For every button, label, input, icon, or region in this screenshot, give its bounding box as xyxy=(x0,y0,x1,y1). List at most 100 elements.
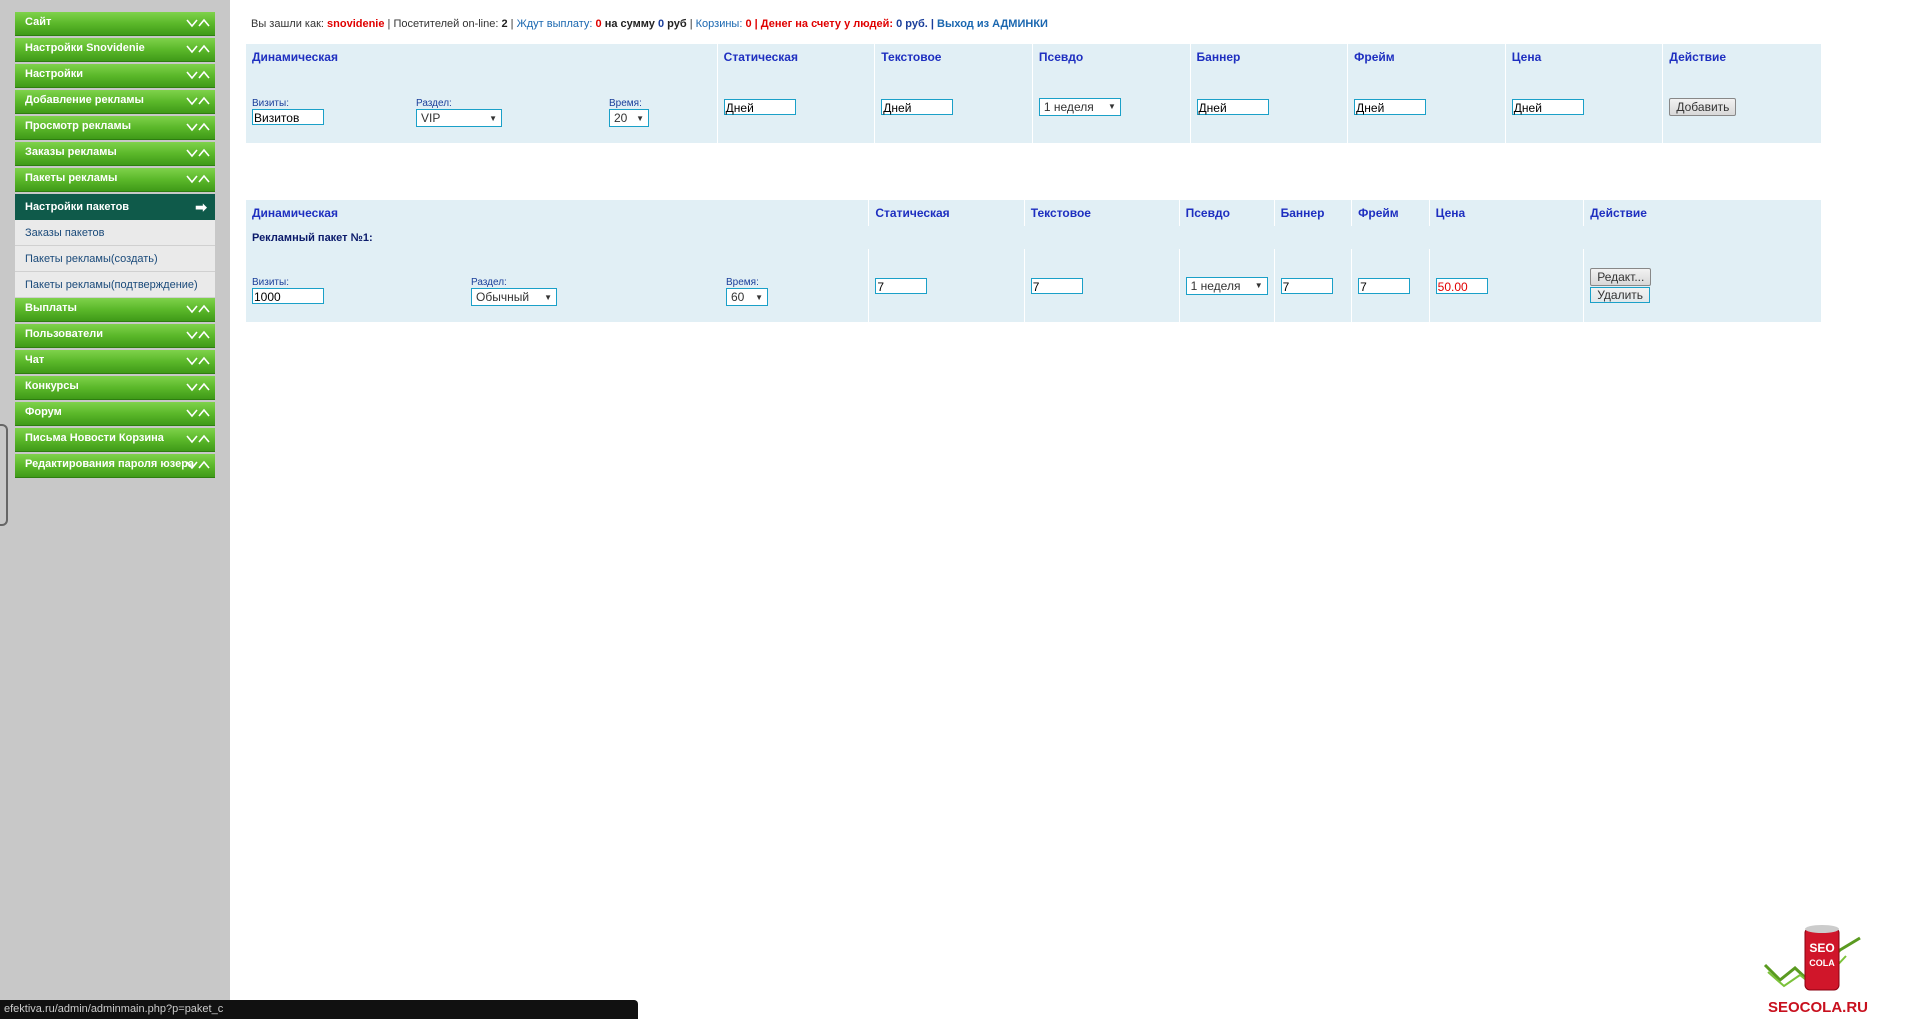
chevron-down-icon: ▼ xyxy=(1254,281,1263,290)
price-input[interactable]: 50.00 xyxy=(1435,277,1488,294)
header-price: Цена xyxy=(1429,200,1585,226)
submenu-item[interactable]: Пакеты рекламы(подтверждение) xyxy=(15,272,215,298)
price-cell: Дней xyxy=(1505,70,1664,143)
chevron-down-icon: ▼ xyxy=(755,292,763,302)
expand-collapse-icon[interactable] xyxy=(185,120,211,134)
menu-item[interactable]: Чат xyxy=(15,350,215,374)
menu-item[interactable]: Настройки xyxy=(15,64,215,88)
expand-collapse-icon[interactable] xyxy=(185,380,211,394)
section-select-value: Обычный xyxy=(476,290,530,304)
frame-input[interactable]: 7 xyxy=(1358,277,1411,294)
menu-item[interactable]: Просмотр рекламы xyxy=(15,116,215,140)
expand-collapse-icon[interactable] xyxy=(185,432,211,446)
logo-url-text: SEOCOLA.RU xyxy=(1768,999,1868,1015)
await-payout-link[interactable]: Ждут выплату: xyxy=(517,18,593,30)
time-select[interactable]: 20 ▼ xyxy=(609,109,649,127)
add-button[interactable]: Добавить xyxy=(1669,97,1737,116)
static-cell: Дней xyxy=(717,70,876,143)
banner-cell: 7 xyxy=(1274,249,1353,322)
pseudo-cell: 1 неделя ▼ xyxy=(1032,70,1191,143)
menu-item-label: Просмотр рекламы xyxy=(25,120,132,132)
header-dynamic: Динамическая xyxy=(246,44,718,70)
menu-item[interactable]: Настройки Snovidenie xyxy=(15,38,215,62)
frame-input[interactable]: Дней xyxy=(1354,98,1427,115)
section-select[interactable]: VIP ▼ xyxy=(416,109,502,127)
menu-item-label: Заказы рекламы xyxy=(25,146,117,158)
expand-collapse-icon[interactable] xyxy=(185,302,211,316)
banner-input[interactable]: 7 xyxy=(1280,277,1333,294)
menu-item[interactable]: Письма Новости Корзина xyxy=(15,428,215,452)
delete-button[interactable]: Удалить xyxy=(1590,287,1651,303)
logged-as-label: Вы зашли как: xyxy=(251,18,324,30)
menu-item[interactable]: Конкурсы xyxy=(15,376,215,400)
time-select[interactable]: 60 ▼ xyxy=(726,288,768,306)
menu-item[interactable]: Пакеты рекламы xyxy=(15,168,215,192)
visitors-count: 2 xyxy=(501,18,508,30)
dynamic-cell: Визиты: Визитов Раздел: VIP ▼ Время: 20 ▼ xyxy=(246,70,718,143)
visits-input[interactable]: Визитов xyxy=(252,109,324,125)
menu-item[interactable]: Форум xyxy=(15,402,215,426)
header-action: Действие xyxy=(1662,44,1822,70)
menu-item[interactable]: Добавление рекламы xyxy=(15,90,215,114)
currency-label: руб xyxy=(667,18,687,30)
expand-collapse-icon[interactable] xyxy=(185,406,211,420)
section-select[interactable]: Обычный ▼ xyxy=(471,288,557,306)
submenu-item[interactable]: Настройки пакетов ➡ xyxy=(15,194,215,220)
time-label: Время: xyxy=(726,277,759,288)
chevron-down-icon: ▼ xyxy=(1107,102,1116,111)
menu-item[interactable]: Выплаты xyxy=(15,298,215,322)
price-input[interactable]: Дней xyxy=(1511,98,1584,115)
header-frame: Фрейм xyxy=(1351,200,1430,226)
time-label: Время: xyxy=(609,98,642,109)
expand-collapse-icon[interactable] xyxy=(185,328,211,342)
add-packet-table: Динамическая Статическая Текстовое Псевд… xyxy=(246,44,1822,143)
expand-collapse-icon[interactable] xyxy=(185,94,211,108)
static-input[interactable]: 7 xyxy=(875,277,928,294)
expand-collapse-icon[interactable] xyxy=(185,172,211,186)
menu-item-label: Настройки xyxy=(25,68,84,80)
menu-item[interactable]: Сайт xyxy=(15,12,215,36)
edit-button[interactable]: Редакт... xyxy=(1590,268,1652,286)
submenu-item-label: Пакеты рекламы(подтверждение) xyxy=(25,279,198,291)
menu-item-label: Форум xyxy=(25,406,62,418)
menu-item-label: Пакеты рекламы xyxy=(25,172,118,184)
exit-admin-link[interactable]: Выход из АДМИНКИ xyxy=(937,18,1048,30)
visits-label: Визиты: xyxy=(252,277,289,288)
banner-cell: Дней xyxy=(1190,70,1349,143)
expand-collapse-icon[interactable] xyxy=(185,68,211,82)
separator: | xyxy=(930,18,934,30)
separator: | xyxy=(754,18,758,30)
carts-link[interactable]: Корзины: xyxy=(696,18,743,30)
pseudo-select-value: 1 неделя xyxy=(1043,99,1094,114)
chevron-down-icon: ▼ xyxy=(636,113,644,123)
text-input[interactable]: 7 xyxy=(1030,277,1083,294)
static-input[interactable]: Дней xyxy=(723,98,796,115)
submenu-item[interactable]: Заказы пакетов xyxy=(15,220,215,246)
pseudo-select-value: 1 неделя xyxy=(1190,278,1241,293)
section-label: Раздел: xyxy=(416,98,452,109)
header-static: Статическая xyxy=(717,44,876,70)
header-pseudo: Псевдо xyxy=(1179,200,1275,226)
visits-input[interactable]: 1000 xyxy=(252,288,324,304)
menu-item[interactable]: Редактирования пароля юзера xyxy=(15,454,215,478)
submenu-item[interactable]: Пакеты рекламы(создать) xyxy=(15,246,215,272)
pseudo-select[interactable]: 1 неделя ▼ xyxy=(1185,276,1268,295)
menu-item-label: Настройки Snovidenie xyxy=(25,42,145,54)
seocola-logo: SEO COLA SEOCOLA.RU xyxy=(1760,920,1900,1016)
sidebar-menu: Сайт Настройки Snovidenie Настройки Добавле… xyxy=(15,12,215,480)
header-static: Статическая xyxy=(868,200,1025,226)
pseudo-select[interactable]: 1 неделя ▼ xyxy=(1038,97,1121,116)
menu-item[interactable]: Пользователи xyxy=(15,324,215,348)
submenu-item-label: Настройки пакетов xyxy=(25,201,130,213)
expand-collapse-icon[interactable] xyxy=(185,146,211,160)
menu-item-label: Выплаты xyxy=(25,302,77,314)
text-input[interactable]: Дней xyxy=(881,98,954,115)
menu-item[interactable]: Заказы рекламы xyxy=(15,142,215,166)
expand-collapse-icon[interactable] xyxy=(185,16,211,30)
banner-input[interactable]: Дней xyxy=(1196,98,1269,115)
expand-collapse-icon[interactable] xyxy=(185,42,211,56)
price-cell: 50.00 xyxy=(1429,249,1585,322)
expand-collapse-icon[interactable] xyxy=(185,354,211,368)
menu-item-label: Письма Новости Корзина xyxy=(25,432,164,444)
expand-collapse-icon[interactable] xyxy=(185,458,211,472)
